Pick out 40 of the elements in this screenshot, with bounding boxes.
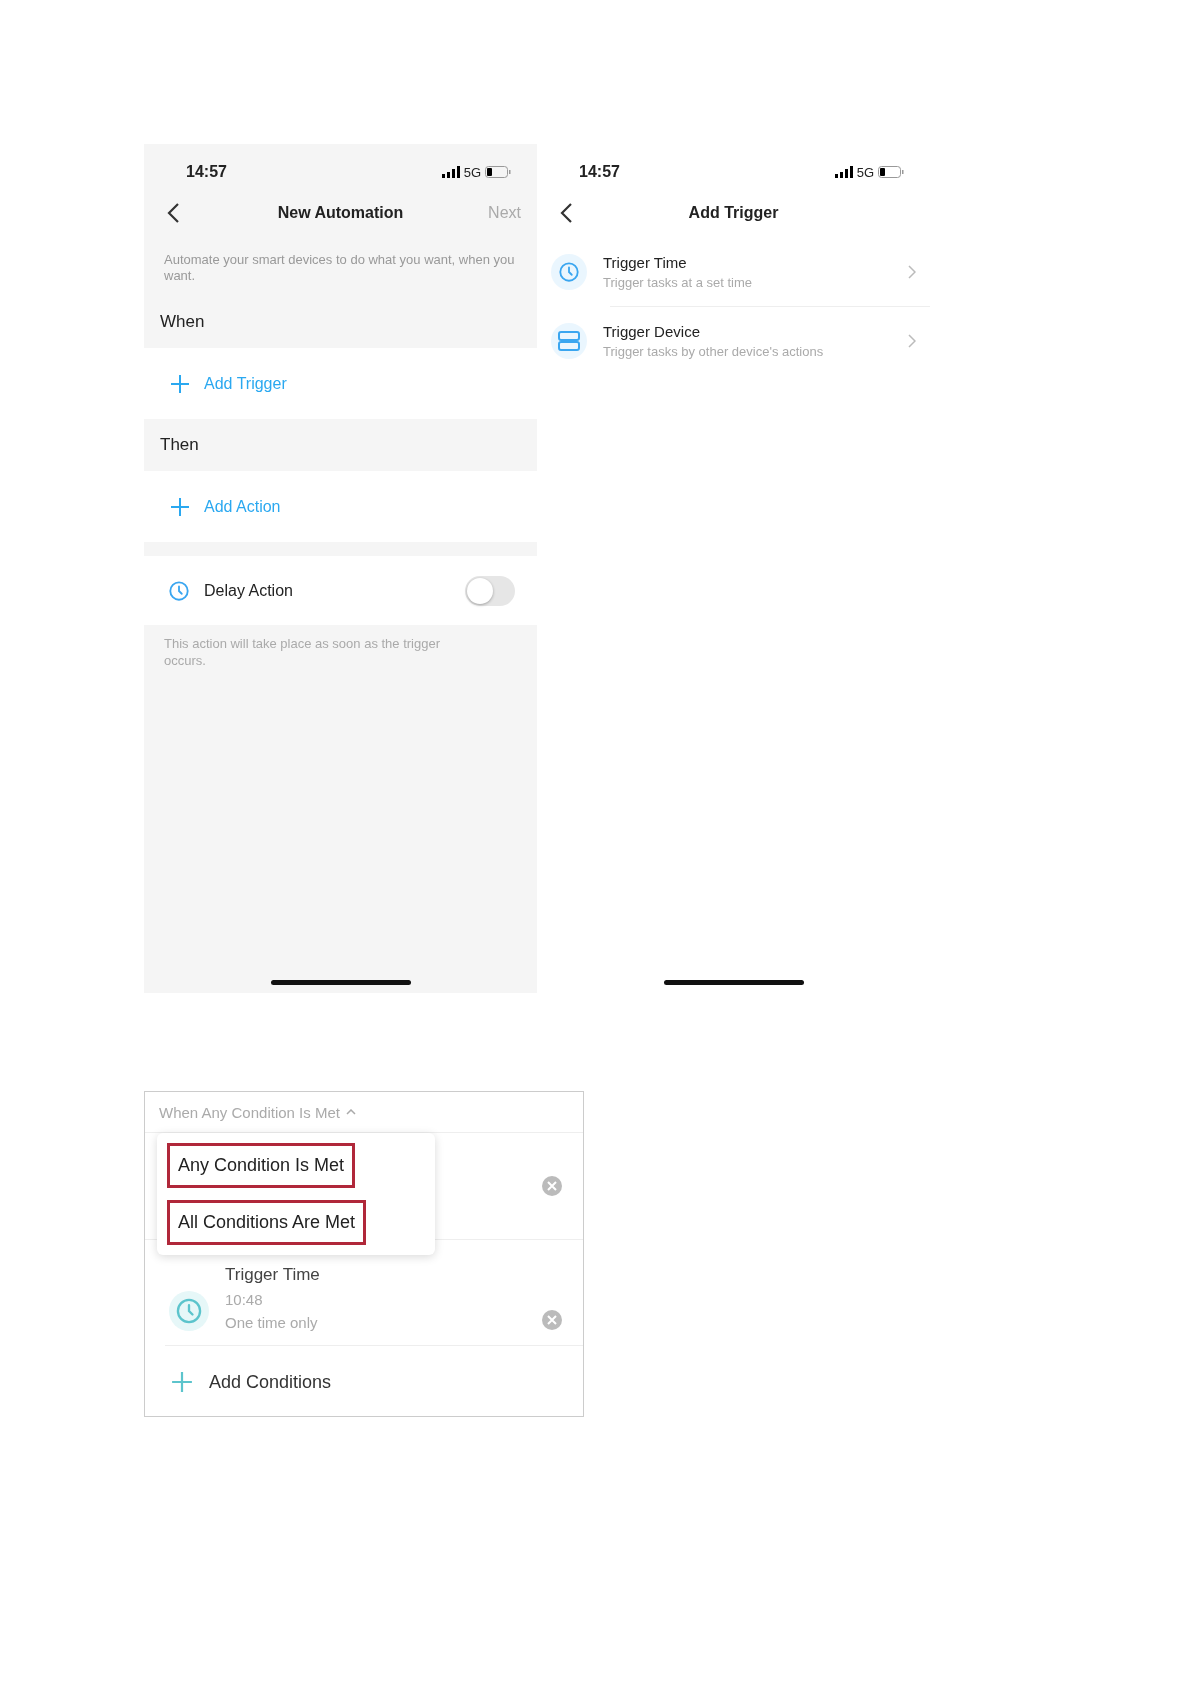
remove-icon[interactable] — [541, 1309, 563, 1331]
screen-title: New Automation — [276, 204, 405, 222]
menu-option[interactable]: Any Condition Is Met — [167, 1143, 356, 1188]
screen-title: Add Trigger — [687, 204, 780, 222]
option-title[interactable]: Trigger Device — [603, 323, 892, 340]
option-title[interactable]: Trigger Time — [603, 254, 892, 271]
plus-icon — [170, 373, 190, 394]
device-icon — [558, 331, 580, 351]
clock-icon — [175, 1297, 203, 1325]
condition-title: Trigger Time — [225, 1265, 321, 1285]
plus-icon — [170, 496, 190, 517]
network-label: 5G — [463, 164, 481, 180]
plus-icon — [171, 1371, 193, 1393]
condition-repeat: One time only — [225, 1314, 319, 1331]
delay-label: Delay Action — [204, 581, 294, 600]
chevron-icon — [908, 334, 916, 348]
add-conditions-button[interactable]: Add Conditions — [209, 1371, 332, 1393]
signal-icon — [441, 166, 460, 178]
caret-icon — [345, 1109, 356, 1115]
section-heading: Then — [159, 434, 200, 456]
toggle-switch[interactable] — [465, 575, 515, 606]
remove-icon[interactable] — [541, 1175, 563, 1197]
option-subtitle: Trigger tasks by other device's actions — [603, 344, 825, 359]
battery-icon — [485, 166, 511, 178]
status-time: 14:57 — [186, 163, 227, 181]
condition-time: 10:48 — [225, 1291, 264, 1308]
section-heading: When — [159, 311, 206, 333]
battery-icon — [878, 166, 904, 178]
clock-icon — [558, 261, 580, 283]
note-text: This action will take place as soon as the trigger occurs. — [163, 635, 442, 670]
status-time: 14:57 — [579, 163, 620, 181]
signal-icon — [834, 166, 853, 178]
chevron-icon — [908, 265, 916, 279]
description-text: Automate your smart devices to do what you want, when you want. — [163, 251, 516, 285]
option-subtitle: Trigger tasks at a set time — [603, 275, 754, 290]
back-icon[interactable] — [559, 202, 573, 224]
menu-option[interactable]: All Conditions Are Met — [167, 1200, 367, 1245]
clock-icon — [168, 579, 190, 602]
network-label: 5G — [856, 164, 874, 180]
back-icon[interactable] — [166, 202, 180, 224]
